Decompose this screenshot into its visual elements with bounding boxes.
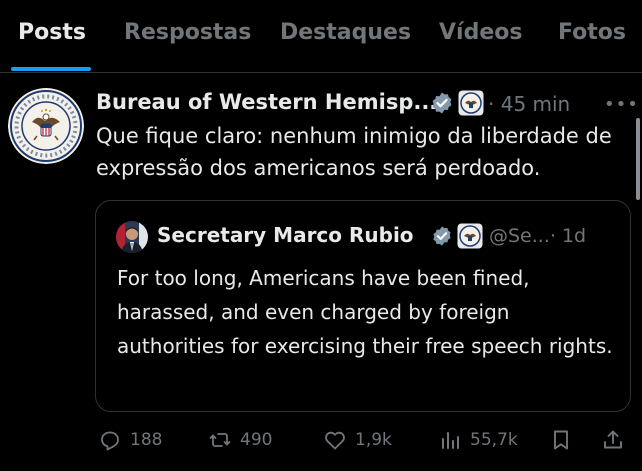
- bookmark-icon: [554, 430, 568, 450]
- views-count: 55,7k: [470, 430, 518, 450]
- active-tab-indicator: [11, 67, 91, 71]
- quoted-author-avatar[interactable]: [116, 221, 148, 253]
- verified-badge-icon[interactable]: [430, 91, 454, 115]
- reply-count: 188: [130, 430, 163, 450]
- like-count: 1,9k: [355, 430, 392, 450]
- quoted-handle[interactable]: @Se...: [489, 225, 550, 247]
- repost-button[interactable]: 490: [208, 424, 272, 456]
- scrollbar[interactable]: [636, 118, 640, 200]
- profile-tabs: Posts Respostas Destaques Vídeos Fotos: [0, 0, 642, 73]
- share-icon: [604, 430, 622, 449]
- post-action-bar: 188 490 1,9k 55,7k: [0, 420, 642, 460]
- quoted-handle-and-time: @Se...· 1d: [489, 225, 586, 247]
- tab-respostas[interactable]: Respostas: [124, 20, 251, 45]
- tab-videos[interactable]: Vídeos: [439, 20, 522, 45]
- reply-button[interactable]: 188: [98, 424, 162, 456]
- views-button[interactable]: 55,7k: [438, 424, 518, 456]
- tab-posts[interactable]: Posts: [18, 20, 86, 45]
- post-text: Que fique claro: nenhum inimigo da liber…: [96, 124, 612, 180]
- like-button[interactable]: 1,9k: [323, 424, 392, 456]
- government-affiliation-badge-icon[interactable]: [457, 223, 483, 249]
- more-options-icon[interactable]: •••: [604, 94, 639, 115]
- verified-badge-icon[interactable]: [431, 225, 453, 247]
- quoted-timestamp[interactable]: · 1d: [550, 225, 586, 247]
- tab-destaques[interactable]: Destaques: [280, 20, 411, 45]
- views-chart-icon: [442, 432, 459, 449]
- repost-count: 490: [240, 430, 273, 450]
- repost-icon: [209, 433, 231, 447]
- heart-icon: [325, 431, 345, 450]
- share-button[interactable]: [601, 424, 625, 456]
- quoted-author-name[interactable]: Secretary Marco Rubio: [157, 223, 414, 247]
- post-timestamp[interactable]: · 45 min: [488, 92, 570, 116]
- bookmark-button[interactable]: [549, 424, 573, 456]
- post-header: Bureau of Western Hemisp... · 45 min •••: [96, 88, 639, 118]
- tab-fotos[interactable]: Fotos: [558, 20, 626, 45]
- quoted-post[interactable]: Secretary Marco Rubio @Se...· 1d For too…: [95, 200, 631, 412]
- government-affiliation-badge-icon[interactable]: [458, 90, 484, 116]
- department-of-state-seal-icon[interactable]: [8, 88, 84, 164]
- quoted-post-text: For too long, Americans have been fined,…: [117, 266, 613, 358]
- reply-icon: [101, 431, 119, 451]
- author-name[interactable]: Bureau of Western Hemisp...: [96, 90, 437, 114]
